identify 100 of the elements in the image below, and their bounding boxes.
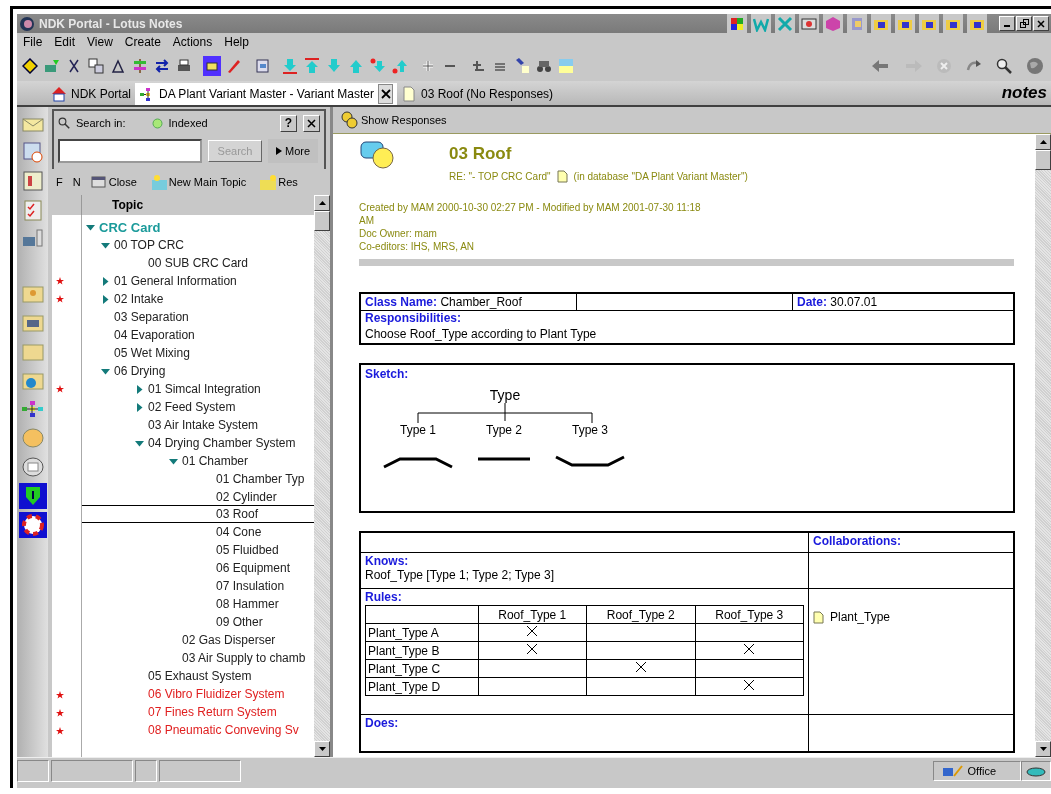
scroll-arrow-button[interactable] bbox=[314, 741, 330, 757]
toolbar-button[interactable] bbox=[87, 56, 105, 76]
bookmark-button[interactable] bbox=[799, 13, 819, 34]
scrollbar[interactable] bbox=[1035, 134, 1051, 757]
tree-item[interactable]: 05 Fluidbed bbox=[216, 543, 279, 557]
scroll-arrow-button[interactable] bbox=[1035, 741, 1051, 757]
cross-mark-icon bbox=[743, 679, 756, 691]
scissors-icon bbox=[66, 58, 82, 74]
tree-item[interactable]: 07 Fines Return System bbox=[148, 705, 277, 719]
tree-item[interactable]: 04 Drying Chamber System bbox=[148, 436, 296, 450]
section-label: Sketch: bbox=[365, 367, 409, 381]
tab[interactable]: NDK Portal bbox=[47, 83, 136, 105]
menu-item[interactable]: Help bbox=[224, 35, 249, 49]
tree-item[interactable]: 02 Feed System bbox=[148, 400, 236, 414]
tree-item[interactable]: 04 Evaporation bbox=[114, 328, 195, 342]
tree-item[interactable]: 01 Simcal Integration bbox=[148, 382, 261, 396]
tree-item[interactable]: 05 Exhaust System bbox=[148, 669, 252, 683]
close-button[interactable] bbox=[1033, 16, 1049, 31]
tree-item[interactable]: 01 General Information bbox=[114, 274, 237, 288]
bookmark-button[interactable] bbox=[919, 13, 939, 34]
show-responses-button[interactable]: Show Responses bbox=[341, 111, 447, 129]
replication-button[interactable] bbox=[1021, 761, 1051, 781]
flat-shape-icon bbox=[476, 455, 532, 463]
tree-item[interactable]: 06 Drying bbox=[114, 364, 166, 378]
calendar-close-icon bbox=[90, 174, 107, 190]
section-label: Responsibilities: bbox=[365, 311, 462, 325]
location-button[interactable]: Office bbox=[933, 761, 1021, 781]
menu-item[interactable]: View bbox=[87, 35, 113, 49]
close-icon bbox=[307, 118, 316, 128]
more-button[interactable]: More bbox=[268, 139, 319, 163]
tab[interactable]: DA Plant Variant Master - Variant Master bbox=[135, 83, 397, 105]
tree-item[interactable]: 08 Hammer bbox=[216, 597, 279, 611]
table-cell: Plant_Type A bbox=[365, 623, 478, 642]
star-down-arrow-icon bbox=[370, 58, 386, 74]
scroll-thumb[interactable] bbox=[1035, 150, 1051, 170]
scroll-thumb[interactable] bbox=[314, 211, 330, 231]
menu-item[interactable]: Actions bbox=[172, 35, 213, 49]
tree-item[interactable]: 04 Cone bbox=[216, 525, 262, 539]
help-button[interactable]: ? bbox=[280, 114, 297, 132]
status-field[interactable] bbox=[51, 760, 133, 782]
menu-item[interactable]: File bbox=[23, 35, 43, 49]
table-cell: Plant_Type B bbox=[365, 641, 478, 660]
minimize-button[interactable] bbox=[999, 16, 1015, 31]
star-icon bbox=[56, 709, 64, 717]
tree-item[interactable]: 03 Separation bbox=[114, 310, 189, 324]
bookmark-button[interactable] bbox=[943, 13, 963, 34]
search-button[interactable] bbox=[995, 56, 1013, 76]
bookmark-button[interactable] bbox=[18, 512, 47, 538]
restore-button[interactable] bbox=[1016, 16, 1032, 31]
tree-item[interactable]: 07 Insulation bbox=[216, 579, 285, 593]
tree-item[interactable]: 00 TOP CRC bbox=[114, 238, 185, 252]
expanded-triangle-icon bbox=[169, 456, 178, 466]
tab-close-button[interactable] bbox=[378, 84, 393, 104]
action-button[interactable]: Close bbox=[90, 174, 137, 190]
tree-root-label: Type bbox=[489, 387, 521, 403]
speech-bubbles-icon bbox=[341, 111, 359, 129]
status-field[interactable] bbox=[17, 760, 49, 782]
tree-item[interactable]: 03 Air Intake System bbox=[148, 418, 259, 432]
action-button[interactable]: Res bbox=[256, 174, 298, 190]
bookmark-button[interactable] bbox=[871, 13, 891, 34]
swap-arrows-icon bbox=[154, 58, 170, 74]
tree-item[interactable]: 06 Equipment bbox=[216, 561, 291, 575]
scroll-arrow-button[interactable] bbox=[314, 195, 330, 211]
bookmark-button[interactable] bbox=[895, 13, 915, 34]
responsibilities-text: Choose Roof_Type according to Plant Type bbox=[364, 327, 598, 343]
status-field[interactable] bbox=[135, 760, 157, 782]
tree-item[interactable]: 02 Cylinder bbox=[216, 490, 277, 504]
class-name-field: Class Name: Chamber_Roof bbox=[361, 294, 577, 310]
star-up-arrow-icon bbox=[392, 58, 408, 74]
tree-item[interactable]: 01 Chamber Typ bbox=[216, 472, 305, 486]
tree-item[interactable]: 05 Wet Mixing bbox=[114, 346, 190, 360]
tree-item[interactable]: 03 Air Supply to chamb bbox=[182, 651, 306, 665]
tab[interactable]: 03 Roof (No Responses) bbox=[397, 83, 558, 105]
section-label: Collaborations: bbox=[813, 534, 901, 548]
tree-item[interactable]: 06 Vibro Fluidizer System bbox=[148, 687, 285, 701]
tree-item[interactable]: 02 Intake bbox=[114, 292, 164, 306]
action-button[interactable]: F bbox=[56, 176, 63, 188]
toolbar-button[interactable] bbox=[21, 56, 39, 76]
document-info: Co-editors: IHS, MRS, AN bbox=[359, 240, 476, 253]
search-field[interactable] bbox=[58, 139, 202, 163]
close-button[interactable] bbox=[303, 114, 320, 132]
scroll-arrow-button[interactable] bbox=[1035, 134, 1051, 150]
globe-button[interactable] bbox=[1025, 56, 1045, 76]
bookmark-button[interactable] bbox=[967, 13, 987, 34]
tree-item[interactable]: 03 Roof bbox=[216, 507, 259, 521]
tree-item[interactable]: 08 Pneumatic Conveving Sv bbox=[148, 723, 299, 737]
restore-icon bbox=[1019, 19, 1029, 28]
scrollbar[interactable] bbox=[314, 195, 330, 757]
status-field[interactable] bbox=[159, 760, 241, 782]
tree-item[interactable]: 09 Other bbox=[216, 615, 263, 629]
tree-item[interactable]: 01 Chamber bbox=[182, 454, 249, 468]
action-button[interactable]: New Main Topic bbox=[146, 174, 247, 190]
bookmark-button[interactable] bbox=[18, 483, 47, 509]
action-button[interactable]: N bbox=[72, 176, 81, 188]
tree-item[interactable]: 00 SUB CRC Card bbox=[148, 256, 249, 270]
tree-item[interactable]: 02 Gas Disperser bbox=[182, 633, 276, 647]
collaborator-link[interactable]: Plant_Type bbox=[830, 610, 891, 624]
bookmark-button[interactable] bbox=[727, 13, 747, 34]
menu-item[interactable]: Edit bbox=[54, 35, 76, 49]
menu-item[interactable]: Create bbox=[124, 35, 161, 49]
